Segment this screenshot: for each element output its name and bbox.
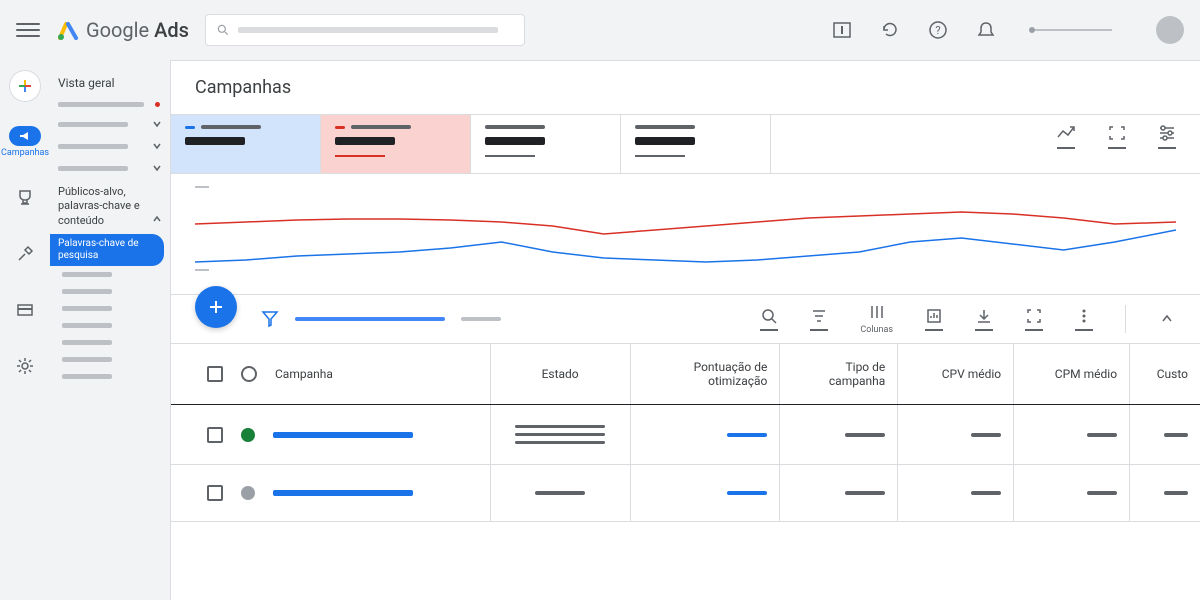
chevron-up-icon bbox=[152, 214, 162, 224]
rail-campaigns[interactable]: Campanhas bbox=[9, 126, 41, 158]
sidebar-item[interactable] bbox=[50, 157, 170, 179]
plus-icon bbox=[17, 78, 33, 94]
chevron-down-icon bbox=[152, 163, 162, 173]
sidebar-item[interactable] bbox=[50, 266, 170, 283]
svg-text:?: ? bbox=[935, 24, 940, 37]
gear-icon bbox=[15, 356, 35, 376]
filter-chip[interactable] bbox=[295, 317, 445, 321]
sidebar-item[interactable] bbox=[50, 96, 170, 113]
status-dot[interactable] bbox=[241, 486, 255, 500]
rail-tools[interactable] bbox=[9, 238, 41, 270]
sidebar-item[interactable] bbox=[50, 334, 170, 351]
rail-billing[interactable] bbox=[9, 294, 41, 326]
sidebar-item[interactable] bbox=[50, 300, 170, 317]
scorecard[interactable] bbox=[171, 115, 321, 173]
more-icon[interactable] bbox=[1075, 307, 1093, 331]
performance-chart bbox=[171, 174, 1200, 294]
status-dot[interactable] bbox=[241, 428, 255, 442]
sidebar-item[interactable] bbox=[50, 317, 170, 334]
chart-options-icon[interactable] bbox=[1056, 125, 1076, 149]
google-ads-icon bbox=[56, 18, 80, 42]
collapse-icon[interactable] bbox=[1158, 310, 1176, 328]
sidebar: Vista geral Públicos-alvo, palavras-chav… bbox=[50, 60, 170, 600]
avatar[interactable] bbox=[1156, 16, 1184, 44]
rail-goals[interactable] bbox=[9, 182, 41, 214]
plus-icon bbox=[206, 297, 226, 317]
campaigns-table: Campanha Estado Pontuação de otimização … bbox=[171, 344, 1200, 522]
status-filter[interactable] bbox=[241, 366, 257, 382]
download-icon[interactable] bbox=[975, 307, 993, 331]
menu-icon[interactable] bbox=[16, 18, 40, 42]
main-content: Campanhas bbox=[170, 60, 1200, 600]
billing-icon bbox=[15, 300, 35, 320]
row-checkbox[interactable] bbox=[207, 485, 223, 501]
page-title: Campanhas bbox=[171, 61, 1200, 114]
logo-text: Google Ads bbox=[86, 18, 189, 42]
reports-table-icon[interactable] bbox=[925, 307, 943, 331]
table-toolbar: Colunas bbox=[171, 294, 1200, 344]
sidebar-item[interactable] bbox=[50, 351, 170, 368]
app-header: Google Ads ? bbox=[0, 0, 1200, 60]
column-header-cost[interactable]: Custo bbox=[1130, 344, 1200, 404]
refresh-icon[interactable] bbox=[880, 20, 900, 40]
row-checkbox[interactable] bbox=[207, 427, 223, 443]
sidebar-search-keywords[interactable]: Palavras-chave de pesquisa bbox=[50, 234, 164, 266]
campaign-name[interactable] bbox=[273, 490, 413, 496]
column-header-campaign[interactable]: Campanha bbox=[171, 344, 491, 404]
help-icon[interactable]: ? bbox=[928, 20, 948, 40]
megaphone-icon bbox=[18, 129, 32, 143]
sidebar-overview[interactable]: Vista geral bbox=[50, 70, 170, 96]
search-icon bbox=[216, 23, 230, 37]
column-header-state[interactable]: Estado bbox=[491, 344, 631, 404]
chevron-down-icon bbox=[152, 119, 162, 129]
filter-chip[interactable] bbox=[461, 317, 501, 321]
column-header-cpm[interactable]: CPM médio bbox=[1014, 344, 1130, 404]
column-header-opt[interactable]: Pontuação de otimização bbox=[631, 344, 781, 404]
notifications-icon[interactable] bbox=[976, 20, 996, 40]
chevron-down-icon bbox=[152, 141, 162, 151]
column-header-type[interactable]: Tipo de campanha bbox=[780, 344, 898, 404]
search-table-icon[interactable] bbox=[760, 307, 778, 331]
sidebar-group-audiences[interactable]: Públicos-alvo, palavras-chave e conteúdo bbox=[50, 179, 170, 234]
logo[interactable]: Google Ads bbox=[56, 18, 189, 42]
table-row[interactable] bbox=[171, 405, 1200, 465]
reports-icon[interactable] bbox=[832, 20, 852, 40]
adjust-icon[interactable] bbox=[1158, 125, 1176, 149]
sidebar-item[interactable] bbox=[50, 368, 170, 385]
columns-icon[interactable]: Colunas bbox=[860, 303, 893, 335]
sidebar-item[interactable] bbox=[50, 135, 170, 157]
create-button[interactable] bbox=[9, 70, 41, 102]
column-header-cpv[interactable]: CPV médio bbox=[898, 344, 1014, 404]
sidebar-item[interactable] bbox=[50, 113, 170, 135]
select-all-checkbox[interactable] bbox=[207, 366, 223, 382]
expand-table-icon[interactable] bbox=[1025, 307, 1043, 331]
scorecard[interactable] bbox=[621, 115, 771, 173]
expand-icon[interactable] bbox=[1108, 125, 1126, 149]
trophy-icon bbox=[15, 188, 35, 208]
search-input[interactable] bbox=[205, 14, 525, 46]
tools-icon bbox=[15, 244, 35, 264]
nav-rail: Campanhas bbox=[0, 60, 50, 600]
scorecard[interactable] bbox=[321, 115, 471, 173]
table-row[interactable] bbox=[171, 465, 1200, 522]
segment-icon[interactable] bbox=[810, 307, 828, 331]
filter-icon[interactable] bbox=[261, 310, 279, 328]
campaign-name[interactable] bbox=[273, 432, 413, 438]
scorecards bbox=[171, 114, 1200, 174]
zoom-slider[interactable] bbox=[1032, 29, 1112, 31]
rail-settings[interactable] bbox=[9, 350, 41, 382]
sidebar-item[interactable] bbox=[50, 283, 170, 300]
scorecard[interactable] bbox=[471, 115, 621, 173]
